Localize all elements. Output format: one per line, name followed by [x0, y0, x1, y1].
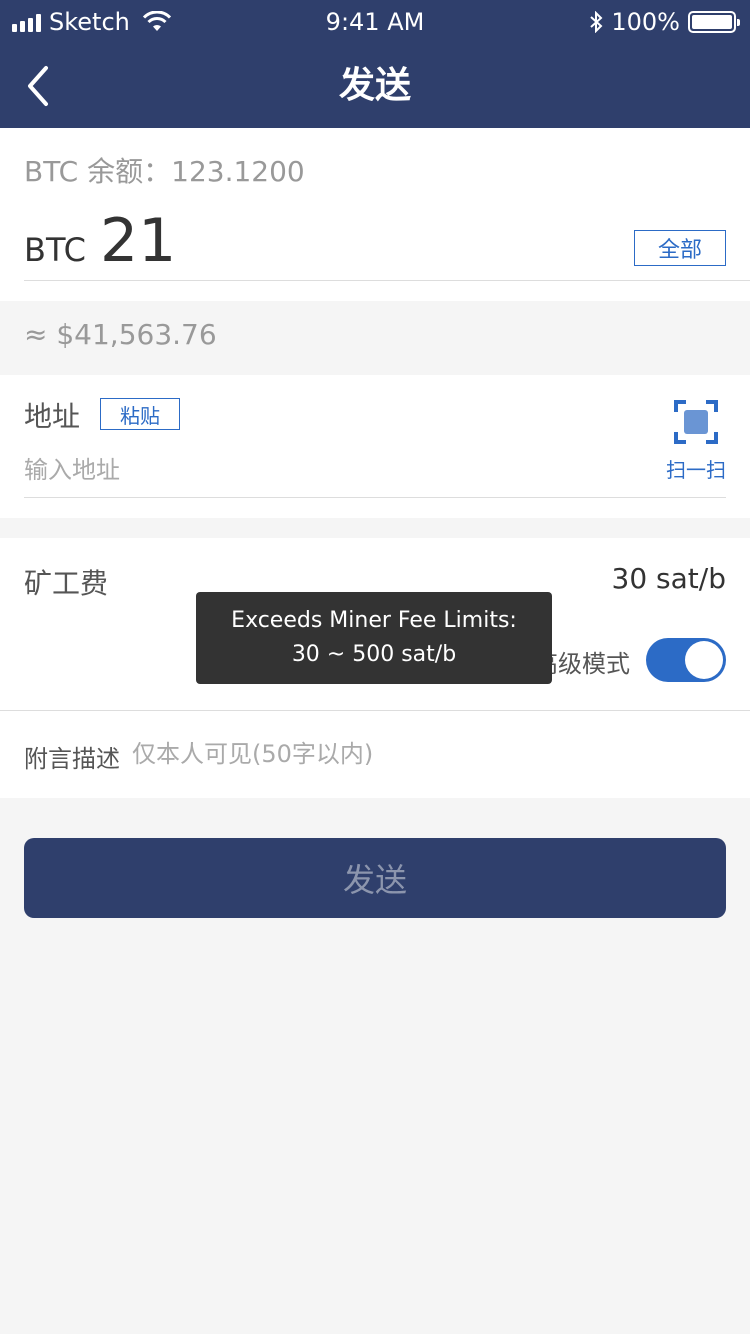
toast-line-2: 30 ~ 500 sat/b — [291, 642, 457, 667]
divider — [24, 497, 726, 498]
fee-label: 矿工费 — [24, 567, 109, 600]
page-title: 发送 — [338, 65, 411, 106]
divider — [24, 280, 750, 281]
send-button[interactable]: 发送 — [24, 838, 726, 918]
battery-percent: 100% — [611, 8, 680, 36]
balance-label: BTC 余额：123.1200 — [24, 155, 305, 188]
fiat-value: ≈ $41,563.76 — [24, 318, 217, 351]
amount-unit: BTC — [24, 231, 86, 269]
error-toast: Exceeds Miner Fee Limits: 30 ~ 500 sat/b — [196, 592, 552, 684]
all-button[interactable]: 全部 — [634, 230, 726, 266]
status-bar: Sketch 9:41 AM 100% — [0, 0, 750, 44]
note-label: 附言描述 — [24, 745, 120, 773]
paste-button[interactable]: 粘贴 — [100, 398, 180, 430]
amount-input[interactable]: 21 — [100, 206, 176, 276]
note-input[interactable] — [132, 737, 712, 771]
bluetooth-icon — [590, 11, 603, 33]
amount-row[interactable]: BTC 21 — [24, 206, 176, 276]
address-input[interactable] — [24, 453, 584, 487]
status-right: 100% — [589, 8, 740, 36]
header: Sketch 9:41 AM 100% 发送 — [0, 0, 750, 128]
battery-icon — [688, 11, 740, 33]
fee-value[interactable]: 30 sat/b — [612, 562, 726, 595]
toast-line-1: Exceeds Miner Fee Limits: — [231, 608, 517, 633]
balance-section: BTC 余额：123.1200 BTC 21 全部 — [0, 128, 750, 301]
toggle-knob — [685, 641, 723, 679]
scan-label[interactable]: 扫一扫 — [660, 454, 732, 483]
advanced-mode-toggle[interactable] — [646, 638, 726, 682]
address-label: 地址 — [24, 400, 81, 433]
note-section: 附言描述 — [0, 711, 750, 798]
scan-qr-icon[interactable] — [674, 400, 718, 444]
